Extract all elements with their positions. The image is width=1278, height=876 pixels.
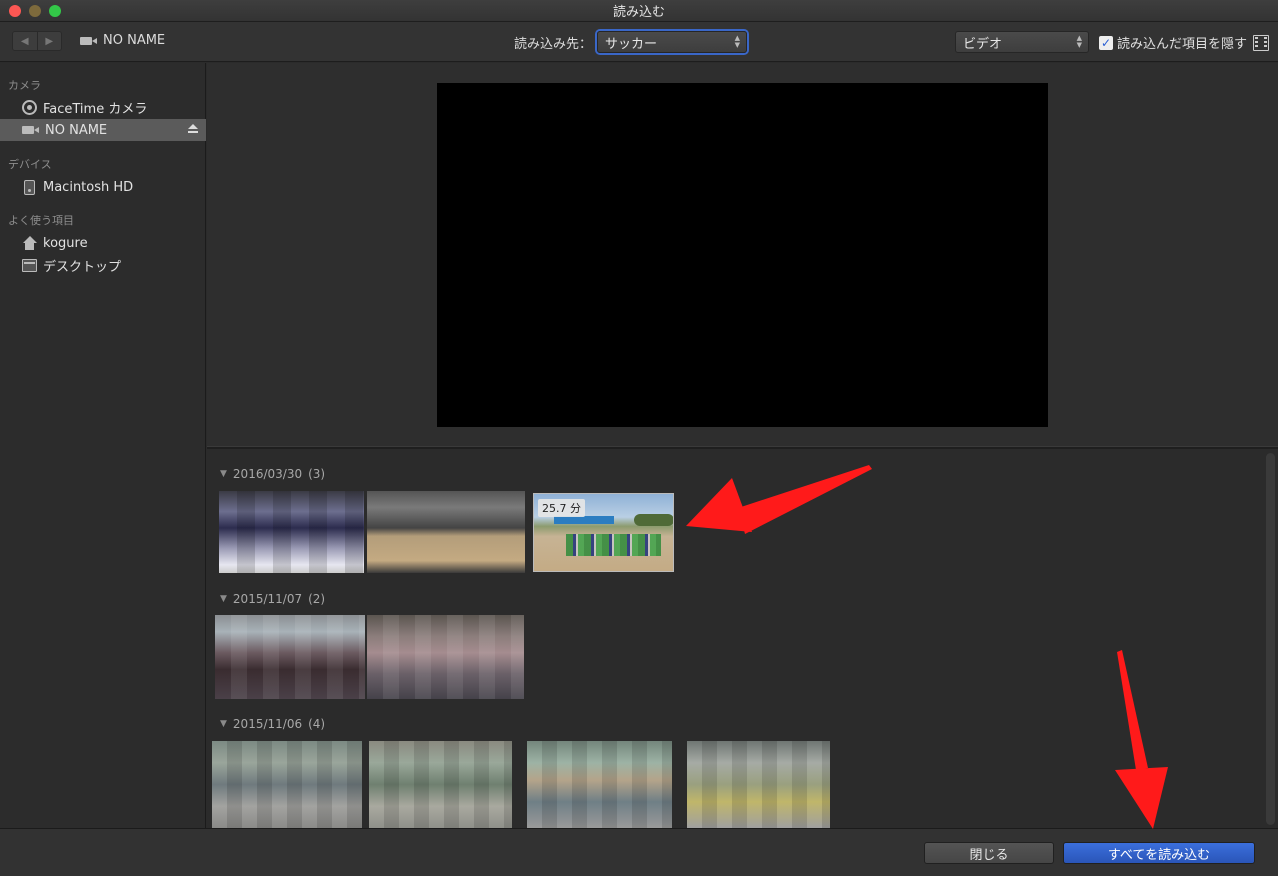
sidebar-item-label: Macintosh HD: [43, 179, 134, 195]
toolbar: ◀ ▶ NO NAME 読み込み先： サッカー ▲ ▼ ビデオ ▲ ▼ ✓ 読み込ん…: [0, 22, 1278, 62]
hard-drive-icon: [24, 179, 35, 195]
clip-thumbnail[interactable]: [367, 491, 525, 573]
group-date: 2015/11/06: [232, 717, 303, 731]
clip-thumbnail[interactable]: [369, 741, 512, 828]
group-count: (3): [308, 467, 326, 481]
clip-thumbnail[interactable]: [527, 741, 672, 828]
date-group-header[interactable]: ▼ 2015/11/07 (2): [220, 592, 325, 606]
thumb-detail: [554, 516, 614, 524]
desktop-icon: [22, 259, 37, 272]
filmstrip-view-icon[interactable]: [1253, 34, 1270, 51]
date-group-header[interactable]: ▼ 2015/11/06 (4): [220, 717, 325, 731]
sidebar-item-label: デスクトップ: [43, 259, 122, 275]
video-camera-icon: [80, 36, 97, 46]
clip-thumbnail[interactable]: [212, 741, 362, 828]
video-viewer[interactable]: [437, 83, 1048, 427]
destination-label: 読み込み先：: [514, 37, 593, 52]
bottom-bar: 閉じる すべてを読み込む: [0, 828, 1278, 876]
disclosure-triangle-icon[interactable]: ▼: [220, 469, 227, 481]
preview-pane: [207, 63, 1278, 446]
eject-icon[interactable]: [188, 124, 198, 134]
window-title: 読み込む: [612, 5, 665, 20]
hide-imported-toggle[interactable]: ✓ 読み込んだ項目を隠す: [1099, 33, 1270, 52]
window-controls: [9, 5, 61, 17]
facetime-camera-icon: [22, 99, 37, 115]
sidebar-item-macintosh-hd[interactable]: Macintosh HD: [0, 176, 206, 198]
import-all-button[interactable]: すべてを読み込む: [1063, 842, 1255, 864]
history-nav: ◀ ▶: [12, 31, 62, 51]
home-icon: [22, 235, 37, 251]
video-camera-icon: [22, 125, 39, 135]
sidebar-heading-favorites: よく使う項目: [8, 214, 74, 227]
sidebar-heading-devices: デバイス: [8, 158, 52, 171]
minimize-window-button[interactable]: [29, 5, 41, 17]
sidebar: カメラ FaceTime カメラ NO NAME デバイス Macintosh …: [0, 63, 206, 828]
clip-duration-badge: 25.7 分: [538, 499, 585, 517]
clip-thumbnail[interactable]: [367, 615, 524, 699]
group-count: (4): [308, 717, 326, 731]
clip-thumbnail-selected[interactable]: 25.7 分: [533, 493, 674, 572]
clip-thumbnail[interactable]: [215, 615, 365, 699]
title-bar: 読み込む: [0, 0, 1278, 22]
current-source-label: NO NAME: [103, 33, 166, 48]
destination-event-select[interactable]: サッカー ▲ ▼: [597, 31, 747, 53]
browser-scrollbar[interactable]: [1266, 453, 1275, 825]
group-count: (2): [308, 592, 326, 606]
current-source: NO NAME: [80, 33, 165, 48]
hide-imported-checkbox[interactable]: ✓: [1099, 35, 1113, 50]
disclosure-triangle-icon[interactable]: ▼: [220, 594, 227, 606]
sidebar-item-desktop[interactable]: デスクトップ: [0, 254, 206, 276]
sidebar-item-facetime-camera[interactable]: FaceTime カメラ: [0, 96, 206, 118]
group-date: 2015/11/07: [232, 592, 303, 606]
clip-browser: ▼ 2016/03/30 (3) 25.7 分 ▼ 2015/11/07 (2)…: [207, 449, 1278, 828]
forward-button[interactable]: ▶: [36, 32, 61, 50]
close-button[interactable]: 閉じる: [924, 842, 1054, 864]
close-window-button[interactable]: [9, 5, 21, 17]
sidebar-heading-cameras: カメラ: [8, 79, 41, 92]
sidebar-item-no-name[interactable]: NO NAME: [0, 119, 206, 141]
group-date: 2016/03/30: [232, 467, 303, 481]
media-type-value: ビデオ: [963, 36, 1003, 52]
thumb-detail: [634, 514, 673, 526]
popup-arrows-icon: ▲ ▼: [734, 34, 740, 49]
disclosure-triangle-icon[interactable]: ▼: [220, 719, 227, 731]
destination-event-value: サッカー: [605, 36, 658, 52]
clip-thumbnail[interactable]: [219, 491, 364, 573]
sidebar-item-label: FaceTime カメラ: [43, 101, 148, 117]
hide-imported-label: 読み込んだ項目を隠す: [1117, 37, 1248, 52]
sidebar-item-kogure[interactable]: kogure: [0, 232, 206, 254]
popup-arrows-icon: ▲ ▼: [1076, 34, 1082, 49]
clip-thumbnail[interactable]: [687, 741, 830, 828]
thumb-detail: [566, 534, 661, 556]
zoom-window-button[interactable]: [49, 5, 61, 17]
media-type-select[interactable]: ビデオ ▲ ▼: [955, 31, 1089, 53]
sidebar-item-label: NO NAME: [45, 122, 108, 138]
back-button[interactable]: ◀: [13, 32, 37, 50]
sidebar-item-label: kogure: [43, 235, 88, 251]
date-group-header[interactable]: ▼ 2016/03/30 (3): [220, 467, 325, 481]
